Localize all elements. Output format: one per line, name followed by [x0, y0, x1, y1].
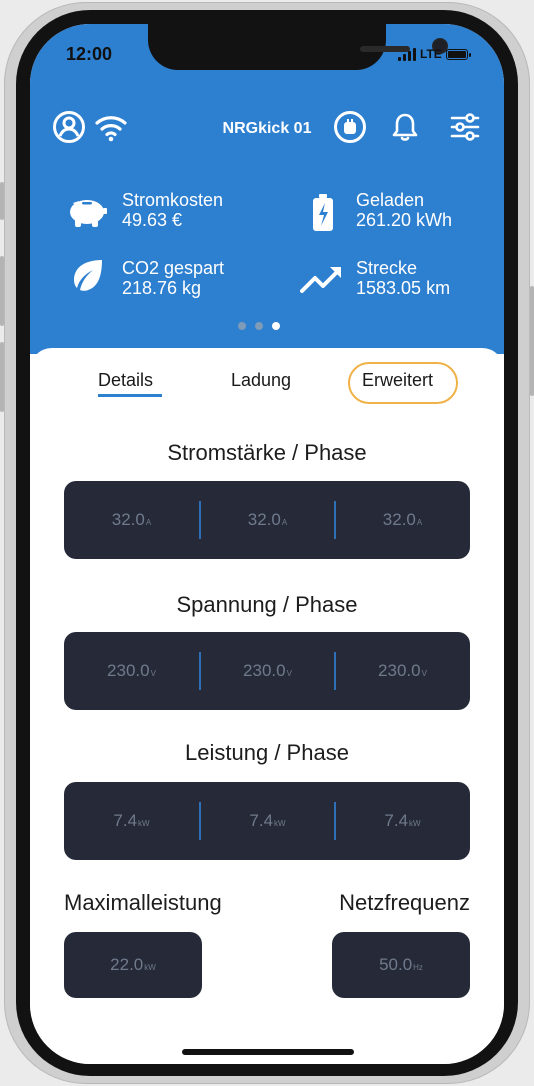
stat-value: 218.76 kg [122, 278, 202, 298]
settings-sliders-icon[interactable] [448, 110, 482, 149]
bell-icon[interactable] [388, 110, 422, 149]
stat-label: Strecke [356, 258, 418, 278]
battery-icon [445, 48, 471, 60]
phase-value: 230.0 V [243, 661, 292, 680]
max-power-value-box: 22.0 kW [64, 932, 202, 998]
phase-value: 7.4 kW [249, 811, 286, 830]
page-dot-2[interactable] [255, 322, 263, 330]
stat-geladen: Geladen 261.20 kWh [356, 190, 452, 230]
stat-value: 261.20 kWh [356, 210, 453, 230]
volume-up-button [0, 256, 4, 326]
grid-frequency-label: Netzfrequenz [339, 890, 470, 915]
page-indicator[interactable] [238, 322, 280, 330]
piggy-bank-icon [66, 194, 108, 235]
tab-ladung[interactable]: Ladung [231, 370, 291, 391]
phase-value: 32.0 A [382, 510, 423, 529]
current-phase-panel: 32.0 A 32.0 A 32.0 A [64, 481, 470, 559]
stat-strecke: Strecke 1583.05 km [356, 258, 450, 298]
notch [148, 24, 446, 70]
tab-details[interactable]: Details [98, 370, 153, 391]
device-title: NRGkick 01 [222, 120, 312, 137]
stat-value: 1583.05 km [356, 278, 451, 298]
stat-value: 49.63 € [122, 210, 183, 230]
phase-value: 32.0 A [247, 510, 288, 529]
battery-charge-icon [312, 194, 334, 237]
phase-value: 32.0 A [111, 510, 152, 529]
phase-value: 7.4 kW [113, 811, 150, 830]
leaf-icon [70, 258, 104, 297]
trend-up-icon [300, 264, 346, 299]
tab-erweitert[interactable]: Erweitert [362, 370, 433, 391]
phase-value: 230.0 V [378, 661, 427, 680]
status-indicators: LTE [398, 44, 471, 64]
home-indicator[interactable] [182, 1049, 354, 1055]
phase-value: 230.0 V [107, 661, 156, 680]
status-time: 12:00 [66, 44, 113, 64]
section-title-voltage: Spannung / Phase [176, 592, 358, 617]
section-title-power: Leistung / Phase [185, 740, 349, 765]
power-phase-panel: 7.4 kW 7.4 kW 7.4 kW [64, 782, 470, 860]
charge-plug-icon[interactable] [333, 110, 367, 149]
section-title-current: Stromstärke / Phase [167, 440, 367, 465]
tab-details-underline [98, 394, 162, 397]
stat-label: Geladen [356, 190, 425, 210]
page-dot-1[interactable] [238, 322, 246, 330]
stat-label: CO2 gespart [122, 258, 225, 278]
max-power-label: Maximalleistung [64, 890, 222, 915]
header-background [30, 24, 504, 354]
signal-icon [398, 47, 416, 61]
mute-switch [0, 182, 4, 220]
phase-value: 7.4 kW [384, 811, 421, 830]
app-screen: 12:00 LTE NRGkick 01 Stromkosten 49.63 €… [30, 24, 504, 1064]
power-button [530, 286, 534, 396]
stat-co2: CO2 gespart 218.76 kg [122, 258, 224, 298]
volume-down-button [0, 342, 4, 412]
page-dot-3-active[interactable] [272, 322, 280, 330]
stat-stromkosten: Stromkosten 49.63 € [122, 190, 223, 230]
voltage-phase-panel: 230.0 V 230.0 V 230.0 V [64, 632, 470, 710]
stat-label: Stromkosten [122, 190, 224, 210]
network-type: LTE [420, 47, 442, 61]
grid-frequency-value-box: 50.0 Hz [332, 932, 470, 998]
